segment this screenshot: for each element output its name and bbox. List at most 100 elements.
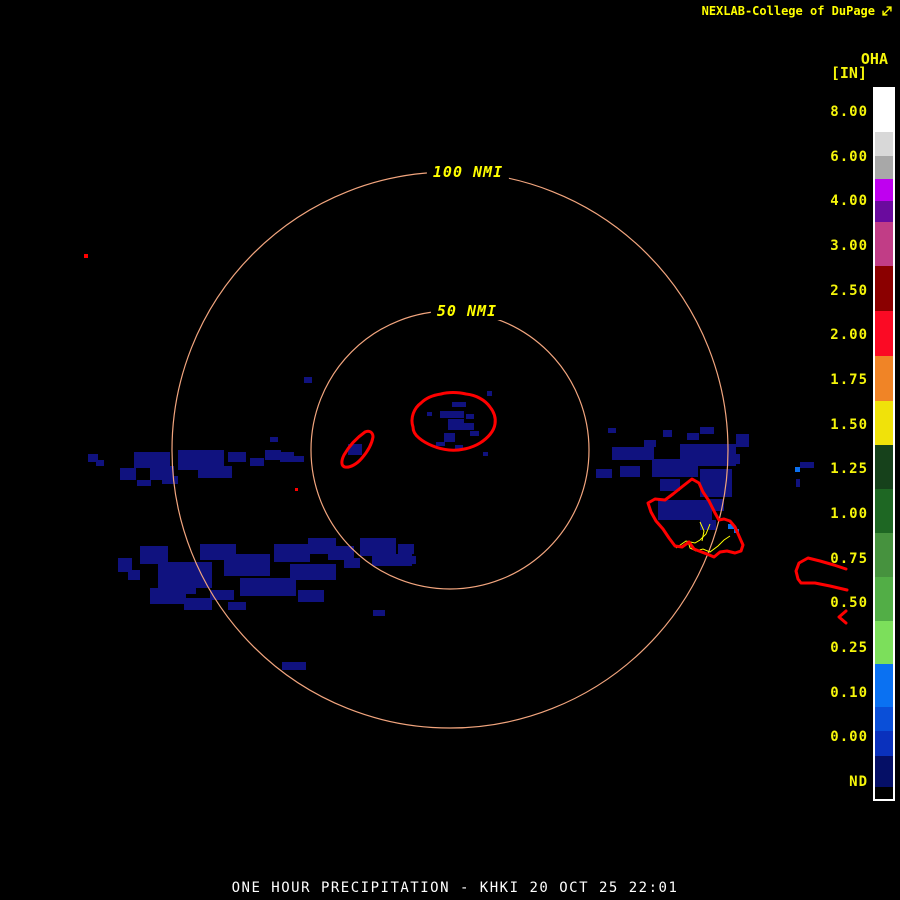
precip-echo (184, 598, 212, 610)
color-scale-tick-label: 0.10 (830, 685, 868, 701)
precip-echo (444, 433, 455, 442)
precip-echo (795, 467, 800, 472)
color-scale-tick-label: ND (849, 774, 868, 790)
color-scale-tick-label: 8.00 (830, 104, 868, 120)
precip-echo (687, 433, 699, 440)
color-scale-band (875, 756, 893, 787)
precip-echo (250, 458, 264, 466)
precip-echo (398, 544, 414, 554)
precip-echo (663, 430, 672, 437)
color-scale-band (875, 401, 893, 445)
precip-echo (373, 610, 385, 616)
color-scale-tick-label: 2.00 (830, 327, 868, 343)
precip-echo (596, 469, 612, 478)
precip-echo (608, 428, 616, 433)
precip-echo (224, 554, 270, 576)
precip-echo (487, 391, 492, 396)
color-scale-tick-label: 0.50 (830, 595, 868, 611)
color-scale-band (875, 156, 893, 179)
precip-echo (290, 564, 336, 580)
color-scale-band (875, 132, 893, 156)
precip-echo (282, 662, 306, 670)
color-scale-band (875, 222, 893, 266)
precip-echo (427, 412, 432, 416)
color-scale-tick-label: 1.75 (830, 372, 868, 388)
color-scale-band (875, 201, 893, 222)
color-scale-band (875, 707, 893, 731)
precip-echo (265, 450, 281, 460)
color-scale-tick-label: 3.00 (830, 238, 868, 254)
precip-echo (462, 423, 474, 430)
precip-echo (360, 538, 396, 556)
precipitation-echoes (88, 377, 814, 670)
color-scale-band (875, 266, 893, 311)
color-scale-band (875, 311, 893, 356)
precip-echo (270, 437, 278, 442)
precip-echo (294, 456, 304, 462)
precip-echo (344, 558, 360, 568)
precip-echo (470, 431, 479, 436)
color-scale-band (875, 445, 893, 489)
precip-echo (298, 590, 324, 602)
precip-echo (658, 500, 712, 520)
color-scale-tick-label: 6.00 (830, 149, 868, 165)
precip-echo (274, 544, 310, 562)
precip-echo (620, 466, 640, 477)
precip-echo (466, 414, 474, 419)
precip-echo (724, 454, 740, 464)
brand-link[interactable]: NEXLAB-College of DuPage (702, 4, 894, 18)
precip-echo (406, 556, 416, 564)
precip-echo (128, 570, 140, 580)
precip-echo (800, 462, 814, 468)
precip-echo (328, 546, 354, 560)
precip-echo (210, 590, 234, 600)
precip-echo (134, 452, 170, 468)
range-ring-label: 50 NMI (431, 302, 503, 320)
color-scale-tick-label: 0.75 (830, 551, 868, 567)
color-scale-tick-label: 4.00 (830, 193, 868, 209)
brand-text: NEXLAB-College of DuPage (702, 4, 875, 18)
color-scale-band (875, 533, 893, 577)
precip-echo (96, 460, 104, 466)
color-scale-band (875, 577, 893, 621)
external-link-icon (880, 4, 894, 18)
precip-echo (228, 452, 246, 462)
precip-echo (120, 468, 136, 480)
color-scale-tick-label: 0.00 (830, 729, 868, 745)
precip-echo (166, 584, 196, 594)
range-ring-label: 100 NMI (427, 163, 509, 181)
precip-echo (736, 434, 749, 447)
precip-echo (137, 480, 151, 486)
color-scale-band (875, 89, 893, 132)
precip-echo (796, 479, 800, 487)
color-scale-band (875, 356, 893, 401)
color-scale-tick-label: 1.00 (830, 506, 868, 522)
precip-echo (228, 602, 246, 610)
precip-echo (448, 419, 464, 430)
precip-echo (162, 476, 178, 484)
color-scale-band (875, 787, 893, 798)
color-scale-tick-label: 1.50 (830, 417, 868, 433)
precip-echo (280, 452, 294, 462)
precip-echo (198, 466, 232, 478)
color-scale-tick-label: 1.25 (830, 461, 868, 477)
legend-units: [IN] (831, 64, 867, 82)
color-scale-band (875, 621, 893, 664)
precip-echo (483, 452, 488, 456)
precip-echo (436, 442, 445, 446)
precip-echo (440, 411, 464, 418)
precip-color-scale (873, 87, 895, 801)
color-scale-band (875, 179, 893, 201)
color-scale-band (875, 489, 893, 533)
map-red-speck (295, 488, 298, 491)
lanai-outline-fragment (839, 611, 846, 623)
precip-echo (700, 427, 714, 434)
precip-echo (612, 447, 654, 460)
color-scale-band (875, 664, 893, 707)
precip-echo (452, 402, 466, 407)
color-scale-tick-label: 0.25 (830, 640, 868, 656)
precip-echo (644, 440, 656, 447)
precip-echo (304, 377, 312, 383)
precip-echo (118, 558, 132, 572)
radar-map (0, 0, 900, 900)
